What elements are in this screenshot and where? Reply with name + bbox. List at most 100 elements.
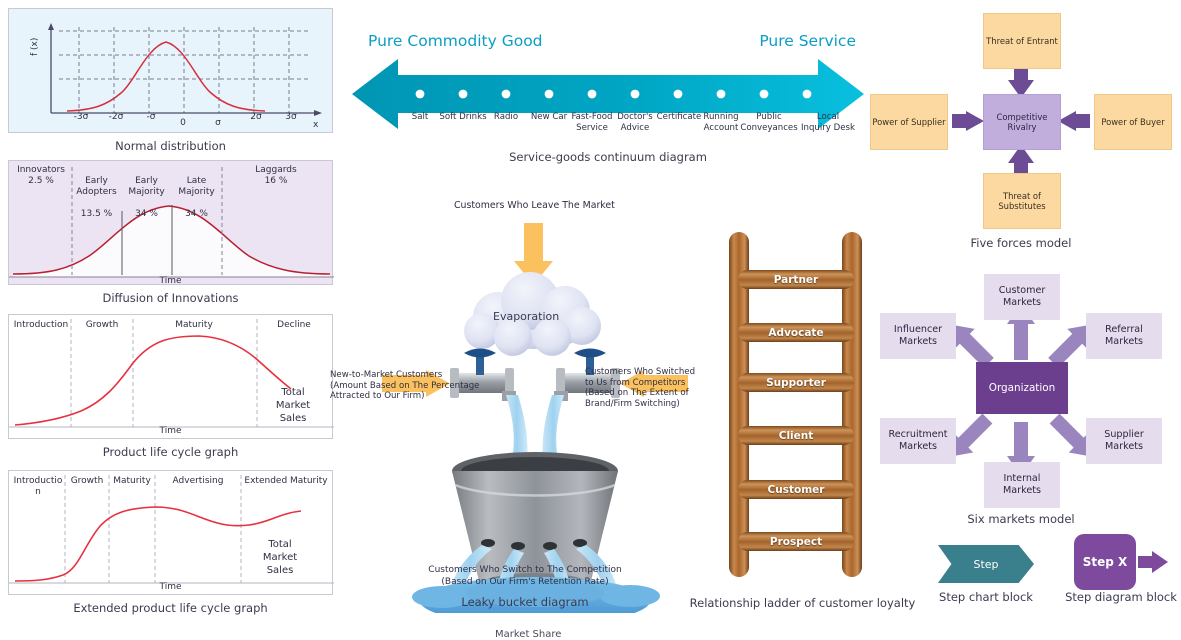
six-markets-bottom-right-box: Supplier Markets	[1086, 418, 1162, 464]
box-label: Supplier Markets	[1104, 429, 1144, 452]
segment-name: Early Majority	[128, 176, 165, 197]
box-label: Internal Markets	[1003, 473, 1041, 496]
five-forces-center-box: Competitive Rivalry	[983, 94, 1061, 150]
box-label: Recruitment Markets	[888, 429, 948, 452]
ladder-rung-1: Advocate	[738, 323, 854, 342]
normal-tick-3: 0	[180, 118, 186, 128]
step-diagram-block[interactable]: Step X Step diagram block	[1062, 534, 1180, 614]
normal-tick-1: -2σ	[108, 112, 124, 122]
six-markets-model: Customer Markets Influencer Markets Refe…	[866, 270, 1176, 526]
diffusion-x-axis-label: Time	[159, 276, 182, 286]
ladder-rung-2: Supporter	[738, 373, 854, 392]
plc-series-label: Total Market Sales	[275, 387, 311, 424]
step-chart-label: Step	[973, 557, 999, 571]
step-chart-shape[interactable]: Step	[938, 545, 1034, 583]
box-label: Threat of Substitutes	[998, 191, 1046, 211]
ladder-rung-label: Advocate	[768, 326, 824, 339]
ladder-rung-label: Supporter	[766, 376, 826, 389]
diffusion-segment-4: Laggards 16 %	[222, 165, 330, 187]
step-diagram-label: Step X	[1082, 555, 1128, 569]
segment-name: Innovators	[17, 165, 65, 175]
product-life-cycle-chart: Introduction Growth Maturity Decline Tot…	[8, 314, 334, 462]
ladder-rung-4: Customer	[738, 480, 854, 499]
eplc-stage-0: Introductio n	[13, 476, 63, 497]
continuum-item-2: Radio	[493, 112, 519, 122]
five-forces-left-box: Power of Supplier	[870, 94, 948, 150]
six-markets-caption: Six markets model	[967, 512, 1075, 526]
ladder-rung-3: Client	[738, 426, 854, 445]
box-label: Customer Markets	[998, 285, 1046, 308]
continuum-caption: Service-goods continuum diagram	[509, 150, 707, 164]
segment-pct: 2.5 %	[28, 176, 54, 186]
step-diagram-arrow-icon	[1138, 551, 1168, 573]
leaky-bucket-caption: Leaky bucket diagram	[461, 595, 589, 609]
leaky-bucket-top-label: Customers Who Leave The Market	[454, 200, 615, 211]
arrow-right-left	[952, 111, 984, 131]
ladder-rung-5: Prospect	[738, 532, 854, 551]
plc-stage-3: Decline	[277, 320, 311, 330]
market-share-label: Market Share	[495, 629, 562, 640]
six-markets-bottom-left-box: Recruitment Markets	[880, 418, 956, 464]
five-forces-caption: Five forces model	[970, 236, 1072, 250]
five-forces-model: Threat of Entrant Power of Supplier Powe…	[866, 8, 1176, 258]
continuum-item-8: Public Conveyances	[740, 112, 798, 133]
step-chart-caption: Step chart block	[939, 590, 1033, 604]
leaky-bucket-bottom-label: Customers Who Switch to The Competition …	[428, 565, 622, 587]
normal-tick-2: -σ	[146, 112, 156, 122]
service-goods-continuum-diagram: Pure Commodity Good Pure Service Salt So…	[352, 20, 864, 170]
ladder-rung-label: Partner	[773, 273, 819, 286]
normal-distribution-chart: f (x) x -3σ -2σ -σ 0 σ 2σ 3σ Normal dist…	[8, 8, 333, 163]
plc-stage-0: Introduction	[13, 320, 69, 330]
ladder-rung-0: Partner	[738, 270, 854, 289]
ladder-caption: Relationship ladder of customer loyalty	[689, 596, 916, 610]
six-markets-bottom-box: Internal Markets	[984, 462, 1060, 508]
evaporation-label: Evaporation	[493, 310, 560, 323]
ladder-rung-label: Prospect	[769, 535, 823, 548]
continuum-right-title: Pure Service	[759, 32, 856, 50]
diffusion-segment-3: Late Majority 34 %	[172, 165, 221, 220]
segment-pct: 34 %	[185, 209, 208, 219]
plc-stage-2: Maturity	[175, 320, 213, 330]
box-label: Power of Supplier	[872, 117, 946, 127]
box-label: Threat of Entrant	[986, 36, 1058, 46]
diffusion-segment-2: Early Majority 34 %	[122, 165, 171, 220]
segment-pct: 16 %	[264, 176, 288, 186]
box-label: Referral Markets	[1105, 324, 1143, 347]
box-label: Power of Buyer	[1101, 117, 1165, 127]
leaky-bucket-diagram: Customers Who Leave The Market Evaporati…	[330, 195, 695, 640]
six-markets-top-right-box: Referral Markets	[1086, 313, 1162, 359]
segment-name: Early Adopters	[76, 176, 117, 197]
eplc-stage-1: Growth	[70, 476, 104, 486]
five-forces-top-box: Threat of Entrant	[983, 13, 1061, 69]
normal-tick-0: -3σ	[73, 112, 89, 122]
normal-distribution-caption: Normal distribution	[115, 139, 226, 153]
segment-pct: 34 %	[135, 209, 158, 219]
extended-product-life-cycle-chart: Introductio n Growth Maturity Advertisin…	[8, 470, 334, 618]
eplc-stage-4: Extended Maturity	[244, 476, 328, 486]
ladder-rung-label: Customer	[767, 483, 825, 496]
leaky-bucket-svg	[382, 223, 688, 613]
ladder-rung-label: Client	[778, 429, 814, 442]
diffusion-caption: Diffusion of Innovations	[102, 291, 239, 305]
normal-tick-5: 2σ	[250, 112, 262, 122]
ladder-rungs	[738, 270, 854, 551]
six-markets-center-box: Organization	[976, 362, 1068, 414]
eplc-caption: Extended product life cycle graph	[73, 601, 268, 615]
segment-name: Laggards	[255, 165, 297, 175]
eplc-series-label: Total Market Sales	[262, 539, 298, 576]
six-markets-top-box: Customer Markets	[984, 274, 1060, 320]
continuum-left-title: Pure Commodity Good	[368, 32, 543, 50]
box-label: Competitive Rivalry	[996, 112, 1048, 132]
step-chart-block[interactable]: Step Step chart block	[930, 545, 1040, 615]
eplc-x-axis-label: Time	[159, 582, 182, 592]
diffusion-segment-1: Early Adopters 13.5 %	[72, 165, 121, 220]
plc-x-axis-label: Time	[159, 426, 182, 436]
plc-stage-1: Growth	[85, 320, 119, 330]
arrow-left-right	[1058, 111, 1090, 131]
box-label: Organization	[988, 382, 1056, 394]
normal-x-axis-label: x	[313, 120, 319, 130]
diffusion-segment-0: Innovators 2.5 %	[12, 165, 70, 187]
diffusion-of-innovations-chart: Innovators 2.5 % Early Adopters 13.5 % E…	[8, 160, 334, 308]
segment-pct: 13.5 %	[80, 209, 113, 219]
step-diagram-shape[interactable]: Step X	[1074, 534, 1136, 590]
